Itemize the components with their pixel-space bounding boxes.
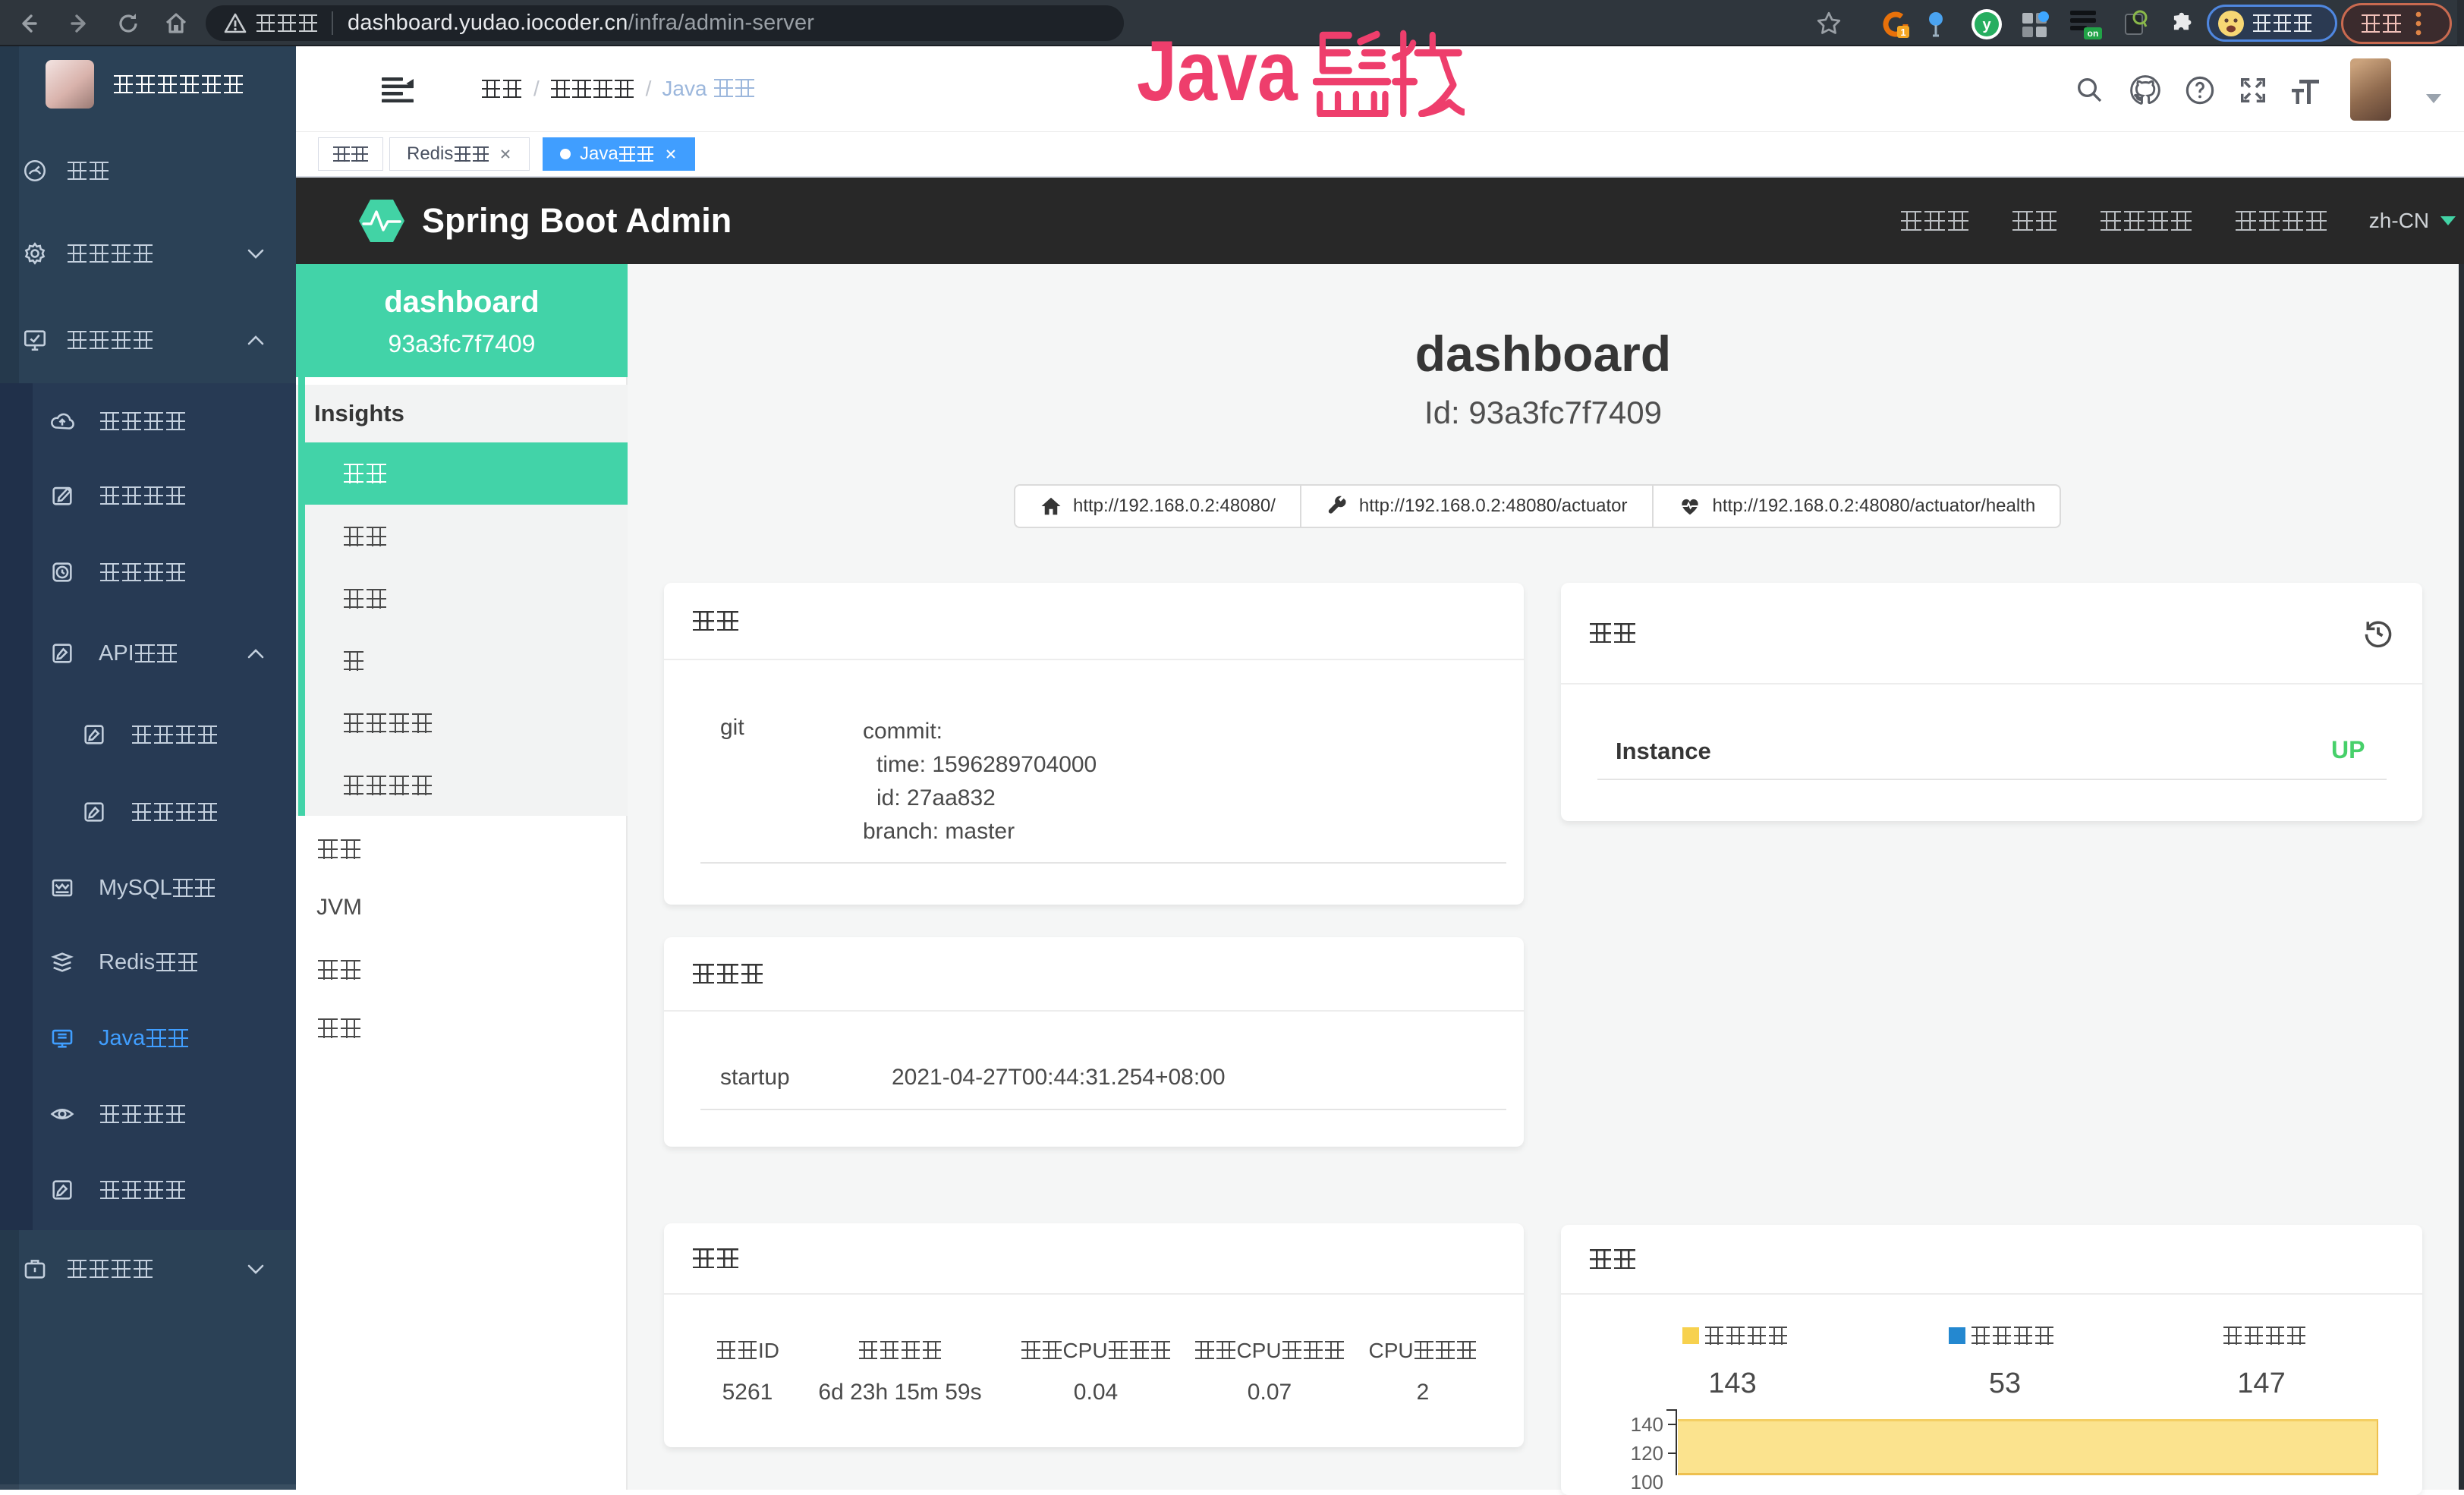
svg-text:1: 1 (1900, 27, 1905, 38)
svg-text:on: on (2088, 28, 2099, 39)
svg-text:y: y (1982, 17, 1991, 33)
